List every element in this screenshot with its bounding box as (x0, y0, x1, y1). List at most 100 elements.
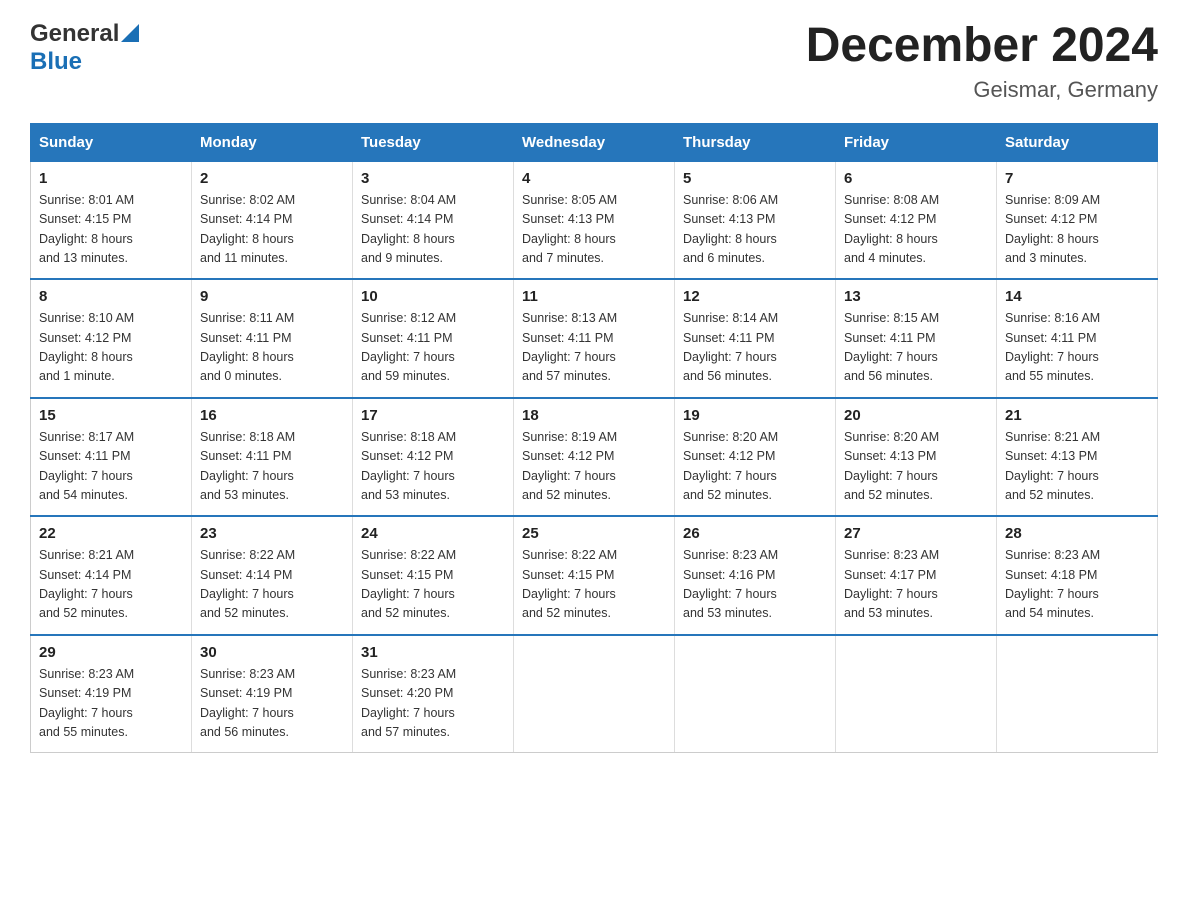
day-number: 7 (1005, 170, 1149, 187)
calendar-cell (514, 635, 675, 753)
calendar-cell: 8Sunrise: 8:10 AM Sunset: 4:12 PM Daylig… (31, 279, 192, 398)
weekday-header-thursday: Thursday (675, 123, 836, 161)
day-info: Sunrise: 8:08 AM Sunset: 4:12 PM Dayligh… (844, 191, 988, 269)
day-info: Sunrise: 8:23 AM Sunset: 4:19 PM Dayligh… (200, 665, 344, 743)
day-info: Sunrise: 8:22 AM Sunset: 4:15 PM Dayligh… (522, 546, 666, 624)
day-info: Sunrise: 8:21 AM Sunset: 4:13 PM Dayligh… (1005, 428, 1149, 506)
calendar-cell: 24 Sunrise: 8:22 AM Sunset: 4:15 PM Dayli… (353, 516, 514, 635)
logo-general-text: General (30, 20, 119, 48)
calendar-cell: 5 Sunrise: 8:06 AM Sunset: 4:13 PM Daylig… (675, 161, 836, 279)
calendar-cell: 23Sunrise: 8:22 AM Sunset: 4:14 PM Dayli… (192, 516, 353, 635)
calendar-week-row: 8Sunrise: 8:10 AM Sunset: 4:12 PM Daylig… (31, 279, 1158, 398)
calendar-cell: 6 Sunrise: 8:08 AM Sunset: 4:12 PM Daylig… (836, 161, 997, 279)
calendar-cell: 2Sunrise: 8:02 AM Sunset: 4:14 PM Daylig… (192, 161, 353, 279)
day-info: Sunrise: 8:12 AM Sunset: 4:11 PM Dayligh… (361, 309, 505, 387)
calendar-cell: 31 Sunrise: 8:23 AM Sunset: 4:20 PM Dayli… (353, 635, 514, 753)
day-number: 27 (844, 525, 988, 542)
calendar-week-row: 22 Sunrise: 8:21 AM Sunset: 4:14 PM Dayli… (31, 516, 1158, 635)
day-number: 19 (683, 407, 827, 424)
calendar-cell (675, 635, 836, 753)
weekday-header-wednesday: Wednesday (514, 123, 675, 161)
day-info: Sunrise: 8:20 AM Sunset: 4:12 PM Dayligh… (683, 428, 827, 506)
weekday-header-row: SundayMondayTuesdayWednesdayThursdayFrid… (31, 123, 1158, 161)
logo: General Blue (30, 20, 139, 76)
calendar-cell: 12Sunrise: 8:14 AM Sunset: 4:11 PM Dayli… (675, 279, 836, 398)
logo-triangle-icon (121, 24, 139, 42)
calendar-cell: 22 Sunrise: 8:21 AM Sunset: 4:14 PM Dayli… (31, 516, 192, 635)
weekday-header-monday: Monday (192, 123, 353, 161)
calendar-cell: 25Sunrise: 8:22 AM Sunset: 4:15 PM Dayli… (514, 516, 675, 635)
calendar-cell: 14 Sunrise: 8:16 AM Sunset: 4:11 PM Dayli… (997, 279, 1158, 398)
day-info: Sunrise: 8:22 AM Sunset: 4:15 PM Dayligh… (361, 546, 505, 624)
day-info: Sunrise: 8:17 AM Sunset: 4:11 PM Dayligh… (39, 428, 183, 506)
day-info: Sunrise: 8:04 AM Sunset: 4:14 PM Dayligh… (361, 191, 505, 269)
day-number: 29 (39, 644, 183, 661)
day-number: 9 (200, 288, 344, 305)
page-header: General Blue December 2024 Geismar, Germ… (30, 20, 1158, 103)
day-number: 6 (844, 170, 988, 187)
day-info: Sunrise: 8:16 AM Sunset: 4:11 PM Dayligh… (1005, 309, 1149, 387)
day-number: 28 (1005, 525, 1149, 542)
day-number: 13 (844, 288, 988, 305)
day-info: Sunrise: 8:18 AM Sunset: 4:12 PM Dayligh… (361, 428, 505, 506)
calendar-cell (997, 635, 1158, 753)
day-number: 31 (361, 644, 505, 661)
day-info: Sunrise: 8:21 AM Sunset: 4:14 PM Dayligh… (39, 546, 183, 624)
day-number: 11 (522, 288, 666, 305)
day-number: 26 (683, 525, 827, 542)
calendar-table: SundayMondayTuesdayWednesdayThursdayFrid… (30, 123, 1158, 754)
weekday-header-tuesday: Tuesday (353, 123, 514, 161)
calendar-cell: 30 Sunrise: 8:23 AM Sunset: 4:19 PM Dayli… (192, 635, 353, 753)
day-info: Sunrise: 8:20 AM Sunset: 4:13 PM Dayligh… (844, 428, 988, 506)
calendar-cell: 20 Sunrise: 8:20 AM Sunset: 4:13 PM Dayli… (836, 398, 997, 517)
day-info: Sunrise: 8:13 AM Sunset: 4:11 PM Dayligh… (522, 309, 666, 387)
day-number: 5 (683, 170, 827, 187)
calendar-cell: 21 Sunrise: 8:21 AM Sunset: 4:13 PM Dayli… (997, 398, 1158, 517)
calendar-cell: 3 Sunrise: 8:04 AM Sunset: 4:14 PM Daylig… (353, 161, 514, 279)
weekday-header-saturday: Saturday (997, 123, 1158, 161)
title-block: December 2024 Geismar, Germany (806, 20, 1158, 103)
day-info: Sunrise: 8:23 AM Sunset: 4:18 PM Dayligh… (1005, 546, 1149, 624)
day-number: 4 (522, 170, 666, 187)
day-number: 20 (844, 407, 988, 424)
calendar-cell: 19 Sunrise: 8:20 AM Sunset: 4:12 PM Dayli… (675, 398, 836, 517)
day-info: Sunrise: 8:23 AM Sunset: 4:20 PM Dayligh… (361, 665, 505, 743)
calendar-cell: 16Sunrise: 8:18 AM Sunset: 4:11 PM Dayli… (192, 398, 353, 517)
day-info: Sunrise: 8:15 AM Sunset: 4:11 PM Dayligh… (844, 309, 988, 387)
day-number: 24 (361, 525, 505, 542)
day-number: 17 (361, 407, 505, 424)
calendar-cell (836, 635, 997, 753)
calendar-cell: 4Sunrise: 8:05 AM Sunset: 4:13 PM Daylig… (514, 161, 675, 279)
day-info: Sunrise: 8:22 AM Sunset: 4:14 PM Dayligh… (200, 546, 344, 624)
day-number: 15 (39, 407, 183, 424)
day-number: 10 (361, 288, 505, 305)
logo-blue-text: Blue (30, 48, 82, 76)
day-info: Sunrise: 8:23 AM Sunset: 4:17 PM Dayligh… (844, 546, 988, 624)
day-number: 22 (39, 525, 183, 542)
day-info: Sunrise: 8:23 AM Sunset: 4:16 PM Dayligh… (683, 546, 827, 624)
day-number: 2 (200, 170, 344, 187)
calendar-week-row: 1Sunrise: 8:01 AM Sunset: 4:15 PM Daylig… (31, 161, 1158, 279)
calendar-cell: 17 Sunrise: 8:18 AM Sunset: 4:12 PM Dayli… (353, 398, 514, 517)
calendar-cell: 27 Sunrise: 8:23 AM Sunset: 4:17 PM Dayli… (836, 516, 997, 635)
day-info: Sunrise: 8:06 AM Sunset: 4:13 PM Dayligh… (683, 191, 827, 269)
day-number: 21 (1005, 407, 1149, 424)
day-number: 16 (200, 407, 344, 424)
day-info: Sunrise: 8:23 AM Sunset: 4:19 PM Dayligh… (39, 665, 183, 743)
day-number: 30 (200, 644, 344, 661)
day-info: Sunrise: 8:14 AM Sunset: 4:11 PM Dayligh… (683, 309, 827, 387)
calendar-subtitle: Geismar, Germany (806, 77, 1158, 103)
weekday-header-sunday: Sunday (31, 123, 192, 161)
day-number: 14 (1005, 288, 1149, 305)
day-number: 1 (39, 170, 183, 187)
calendar-week-row: 29 Sunrise: 8:23 AM Sunset: 4:19 PM Dayli… (31, 635, 1158, 753)
calendar-cell: 28 Sunrise: 8:23 AM Sunset: 4:18 PM Dayli… (997, 516, 1158, 635)
day-info: Sunrise: 8:19 AM Sunset: 4:12 PM Dayligh… (522, 428, 666, 506)
calendar-cell: 15 Sunrise: 8:17 AM Sunset: 4:11 PM Dayli… (31, 398, 192, 517)
calendar-cell: 9Sunrise: 8:11 AM Sunset: 4:11 PM Daylig… (192, 279, 353, 398)
day-number: 18 (522, 407, 666, 424)
calendar-week-row: 15 Sunrise: 8:17 AM Sunset: 4:11 PM Dayli… (31, 398, 1158, 517)
calendar-cell: 13 Sunrise: 8:15 AM Sunset: 4:11 PM Dayli… (836, 279, 997, 398)
calendar-cell: 10 Sunrise: 8:12 AM Sunset: 4:11 PM Dayli… (353, 279, 514, 398)
day-number: 3 (361, 170, 505, 187)
